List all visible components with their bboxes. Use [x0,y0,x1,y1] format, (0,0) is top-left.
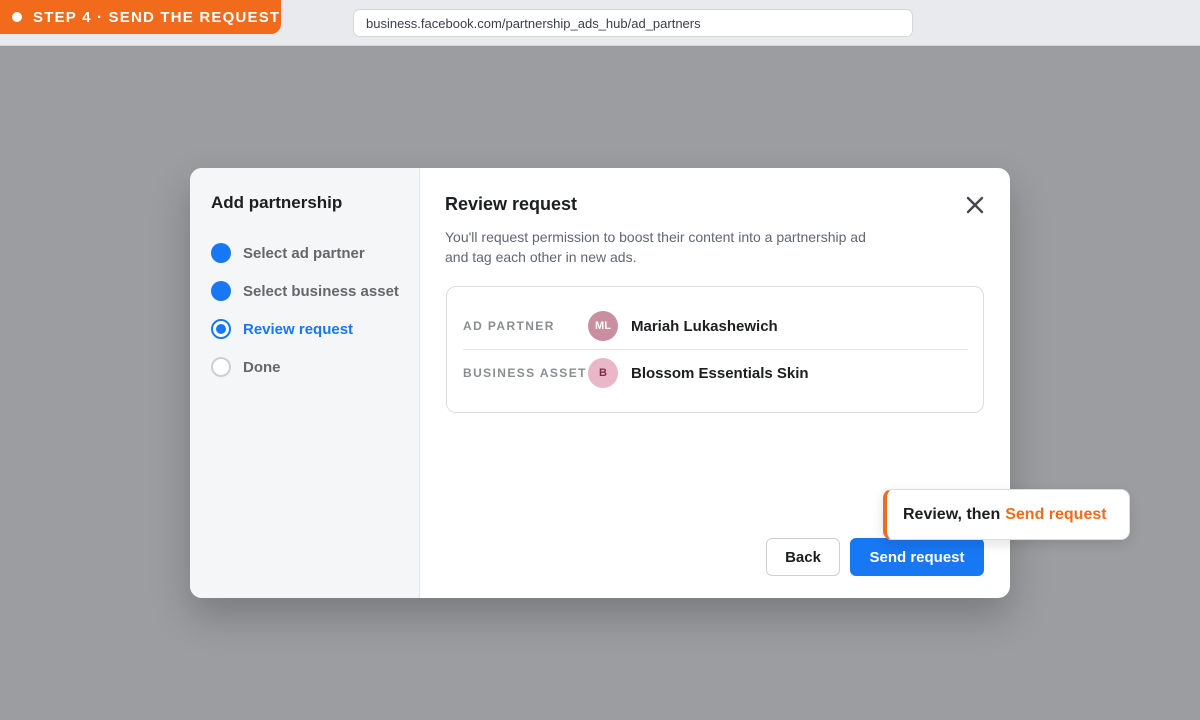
dialog-description: You'll request permission to boost their… [445,229,866,265]
avatar: ML [588,311,618,341]
instruction-callout: Review, then Send request [883,489,1130,540]
step-select-ad-partner: Select ad partner [211,241,365,265]
ad-partner-row: AD PARTNER ML Mariah Lukashewich [463,309,968,343]
business-asset-row: BUSINESS ASSET B Blossom Essentials Skin [463,356,968,390]
step-label: Done [243,358,281,376]
ad-partner-name: Mariah Lukashewich [631,317,778,335]
business-asset-label: BUSINESS ASSET [463,365,587,380]
address-bar[interactable]: business.facebook.com/partnership_ads_hu… [353,9,913,37]
step-done: Done [211,355,281,379]
close-icon [966,196,984,214]
ad-partner-label: AD PARTNER [463,318,555,333]
back-button[interactable]: Back [766,538,840,576]
callout-action: Send request [1005,505,1107,523]
step-current-icon [211,319,231,339]
step-review-request: Review request [211,317,353,341]
steps-sidebar: Add partnership Select ad partner Select… [190,168,420,598]
browser-toolbar: STEP 4 · SEND THE REQUEST business.faceb… [0,0,1200,46]
review-summary-card: AD PARTNER ML Mariah Lukashewich BUSINES… [446,286,984,413]
step-label: Review request [243,320,354,338]
close-button[interactable] [962,192,988,218]
divider [463,349,968,350]
step-complete-icon [211,243,231,263]
step-label: Select business asset [243,282,399,300]
avatar: B [588,358,618,388]
callout-prefix: Review, then [903,505,1001,523]
step-dot-icon [12,12,22,22]
business-asset-name: Blossom Essentials Skin [631,364,809,382]
step-banner-text: STEP 4 · SEND THE REQUEST [33,8,281,26]
url-text: business.facebook.com/partnership_ads_hu… [366,15,701,31]
step-complete-icon [211,281,231,301]
step-pending-icon [211,357,231,377]
step-banner: STEP 4 · SEND THE REQUEST [0,0,281,34]
send-request-button[interactable]: Send request [850,538,984,576]
step-select-business-asset: Select business asset [211,279,399,303]
dialog-title: Review request [445,194,578,214]
step-label: Select ad partner [243,244,365,262]
sidebar-title: Add partnership [211,193,343,212]
